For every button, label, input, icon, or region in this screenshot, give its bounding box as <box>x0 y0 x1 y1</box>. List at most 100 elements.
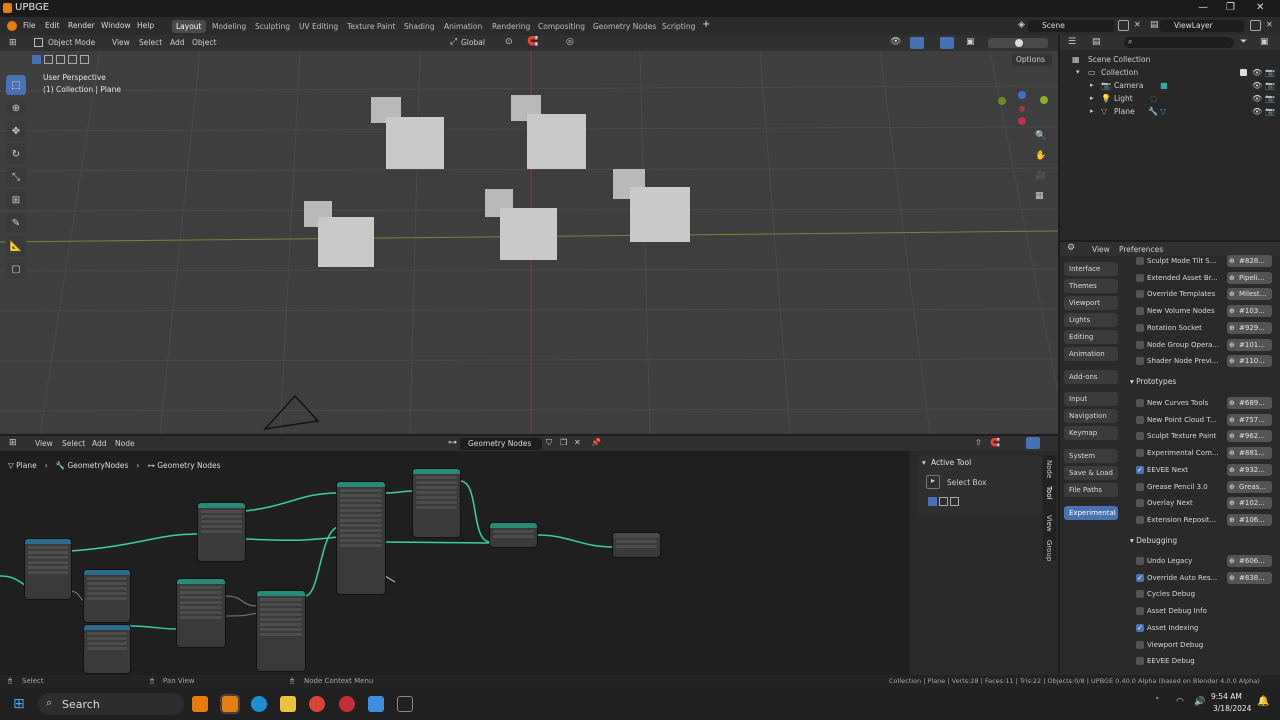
pref-checkbox[interactable] <box>1136 449 1144 458</box>
display-mode-icon[interactable]: ▤ <box>1092 37 1101 47</box>
sidebar-tab-node[interactable]: Node <box>1045 460 1053 478</box>
pref-link-button[interactable]: #106... <box>1227 513 1272 526</box>
prefs-menu-view[interactable]: View <box>1092 245 1110 254</box>
pref-checkbox[interactable] <box>1136 571 1144 585</box>
pref-checkbox[interactable] <box>1136 640 1144 649</box>
pref-category-themes[interactable]: Themes <box>1064 279 1118 293</box>
viewport-menu-add[interactable]: Add <box>170 38 185 47</box>
render-camera-icon[interactable]: 📷 <box>1265 92 1275 105</box>
pref-category-animation[interactable]: Animation <box>1064 347 1118 361</box>
node-tree-field[interactable]: Geometry Nodes <box>460 438 542 450</box>
pref-link-button[interactable]: #757... <box>1227 413 1272 426</box>
node-mesh-to-points[interactable] <box>198 503 245 561</box>
menu-edit[interactable]: Edit <box>45 21 60 30</box>
pref-checkbox[interactable] <box>1136 621 1144 635</box>
pref-link-button[interactable]: #101... <box>1227 338 1272 351</box>
remove-scene-icon[interactable]: ✕ <box>1134 20 1141 29</box>
transform-orientation-select[interactable]: Global <box>461 38 485 47</box>
pref-checkbox[interactable] <box>1136 463 1144 477</box>
select-mode-new-icon[interactable] <box>928 497 937 506</box>
solid-shading-icon[interactable] <box>1015 39 1023 47</box>
add-cube-tool-icon[interactable]: ▢ <box>6 259 26 279</box>
outliner-row-light[interactable]: ▸ 💡 Light ◌ 👁 📷 <box>1060 92 1280 105</box>
measure-tool-icon[interactable]: 📐 <box>6 236 26 256</box>
visibility-eye-icon[interactable]: 👁 <box>1252 79 1262 92</box>
pref-checkbox[interactable] <box>1136 323 1144 332</box>
menu-window[interactable]: Window <box>101 21 131 30</box>
upbge-active-taskbar-icon[interactable] <box>222 696 238 712</box>
select-extend-icon[interactable] <box>44 55 53 64</box>
pref-link-button[interactable]: #606... <box>1227 555 1272 567</box>
pref-checkbox[interactable] <box>1136 340 1144 349</box>
pref-checkbox[interactable] <box>1136 432 1144 441</box>
notification-bell-icon[interactable]: 🔔 <box>1257 696 1269 707</box>
pref-link-button[interactable]: #838... <box>1227 571 1272 584</box>
pref-link-button[interactable]: #689... <box>1227 397 1272 409</box>
duplicate-icon[interactable]: ❐ <box>560 438 567 447</box>
tab-uv-editing[interactable]: UV Editing <box>295 20 342 33</box>
overlay-toggle-icon[interactable] <box>940 37 954 49</box>
pref-category-editing[interactable]: Editing <box>1064 330 1118 344</box>
pref-link-button[interactable]: #103... <box>1227 305 1272 318</box>
new-scene-icon[interactable] <box>1118 20 1129 31</box>
visibility-eye-icon[interactable]: 👁 <box>1252 92 1262 105</box>
tab-geometry-nodes[interactable]: Geometry Nodes <box>589 20 660 33</box>
fake-user-shield-icon[interactable]: ⛉ <box>546 438 552 448</box>
pref-checkbox[interactable] <box>1136 590 1144 599</box>
upbge-taskbar-icon[interactable] <box>192 696 208 712</box>
3d-viewport[interactable]: User Perspective (1) Collection | Plane … <box>0 51 1058 434</box>
add-workspace-icon[interactable]: + <box>702 19 710 30</box>
node-editor-canvas[interactable]: ▽ Plane › 🔧 GeometryNodes › ⊶ Geometry N… <box>0 451 910 675</box>
cursor-tool-icon[interactable]: ⊕ <box>6 98 26 118</box>
editor-type-icon[interactable]: ⊞ <box>9 38 17 48</box>
snap-icon[interactable]: 🧲 <box>527 37 538 47</box>
menu-file[interactable]: File <box>23 21 36 30</box>
pref-category-add-ons[interactable]: Add-ons <box>1064 370 1118 384</box>
options-button[interactable]: Options <box>1012 54 1052 66</box>
new-viewlayer-icon[interactable] <box>1250 20 1261 31</box>
node-editor-type-icon[interactable]: ⊞ <box>9 438 17 448</box>
select-box-tool-icon[interactable]: ⬚ <box>6 75 26 95</box>
tab-texture-paint[interactable]: Texture Paint <box>343 20 399 33</box>
transform-tool-icon[interactable]: ⊞ <box>6 190 26 210</box>
panel-chevron-icon[interactable]: ▾ <box>922 458 926 467</box>
zoom-icon[interactable]: 🔍 <box>1035 131 1046 141</box>
camera-view-icon[interactable]: 🎥 <box>1035 171 1046 181</box>
move-tool-icon[interactable]: ✥ <box>6 121 26 141</box>
prototypes-section-header[interactable]: ▾ Prototypes <box>1130 377 1176 386</box>
pref-checkbox[interactable] <box>1136 399 1144 407</box>
pref-category-viewport[interactable]: Viewport <box>1064 296 1118 310</box>
pref-link-button[interactable]: Milest... <box>1227 288 1272 301</box>
cube-large[interactable] <box>630 187 690 242</box>
pref-category-interface[interactable]: Interface <box>1064 262 1118 276</box>
pref-category-lights[interactable]: Lights <box>1064 313 1118 327</box>
mode-select[interactable]: Object Mode <box>48 38 95 47</box>
proportional-edit-icon[interactable]: ◎ <box>566 37 574 47</box>
unlink-icon[interactable]: ✕ <box>574 438 581 447</box>
pref-checkbox[interactable] <box>1136 482 1144 491</box>
pref-checkbox[interactable] <box>1136 557 1144 565</box>
pref-checkbox[interactable] <box>1136 515 1144 524</box>
pref-category-save-load[interactable]: Save & Load <box>1064 466 1118 480</box>
tray-chevron-icon[interactable]: ˄ <box>1155 697 1160 707</box>
node-group-output[interactable] <box>613 533 660 557</box>
node-set-position[interactable] <box>413 469 460 537</box>
render-camera-icon[interactable]: 📷 <box>1265 105 1275 118</box>
tab-rendering[interactable]: Rendering <box>488 20 534 33</box>
render-camera-icon[interactable]: 📷 <box>1265 79 1275 92</box>
viewport-menu-object[interactable]: Object <box>192 38 216 47</box>
select-box-icon[interactable]: ▸ <box>926 475 940 489</box>
tab-modeling[interactable]: Modeling <box>208 20 250 33</box>
pivot-icon[interactable]: ⊙ <box>505 37 513 47</box>
pref-link-button[interactable]: #932... <box>1227 463 1272 476</box>
pref-category-navigation[interactable]: Navigation <box>1064 409 1118 423</box>
outliner-row-collection[interactable]: ▾ ▭ Collection 👁 📷 <box>1060 66 1280 79</box>
pref-category-keymap[interactable]: Keymap <box>1064 426 1118 440</box>
select-intersect-icon[interactable] <box>80 55 89 64</box>
select-subtract-icon[interactable] <box>56 55 65 64</box>
tab-layout[interactable]: Layout <box>172 20 206 33</box>
menu-render[interactable]: Render <box>68 21 95 30</box>
expand-icon[interactable]: ▸ <box>1090 92 1094 105</box>
node-floor[interactable] <box>84 625 130 673</box>
recording-app-icon[interactable] <box>339 696 355 712</box>
